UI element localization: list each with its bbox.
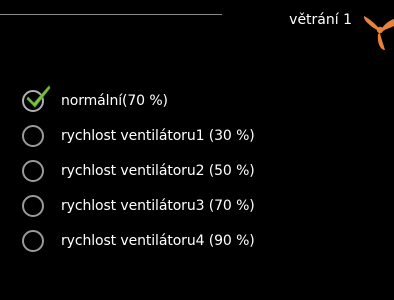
option-label: rychlost ventilátoru3 (70 %)	[61, 198, 255, 214]
radio-button[interactable]	[22, 230, 44, 252]
radio-button[interactable]	[22, 195, 44, 217]
option-label: rychlost ventilátoru1 (30 %)	[61, 128, 255, 144]
option-label: rychlost ventilátoru2 (50 %)	[61, 163, 255, 179]
option-label: rychlost ventilátoru4 (90 %)	[61, 233, 255, 249]
option-label: normální(70 %)	[61, 93, 168, 109]
option-fan-speed-4[interactable]: rychlost ventilátoru4 (90 %)	[22, 230, 382, 265]
radio-button[interactable]	[22, 160, 44, 182]
option-normal[interactable]: normální(70 %)	[22, 85, 382, 125]
option-fan-speed-1[interactable]: rychlost ventilátoru1 (30 %)	[22, 125, 382, 160]
fan-icon	[363, 16, 394, 50]
checkmark-icon	[26, 85, 51, 108]
screen-title: větrání 1	[289, 12, 352, 28]
header-divider	[0, 14, 222, 15]
ventilation-options: normální(70 %) rychlost ventilátoru1 (30…	[22, 85, 382, 265]
radio-button-selected[interactable]	[22, 85, 51, 112]
option-fan-speed-3[interactable]: rychlost ventilátoru3 (70 %)	[22, 195, 382, 230]
radio-button[interactable]	[22, 125, 44, 147]
option-fan-speed-2[interactable]: rychlost ventilátoru2 (50 %)	[22, 160, 382, 195]
